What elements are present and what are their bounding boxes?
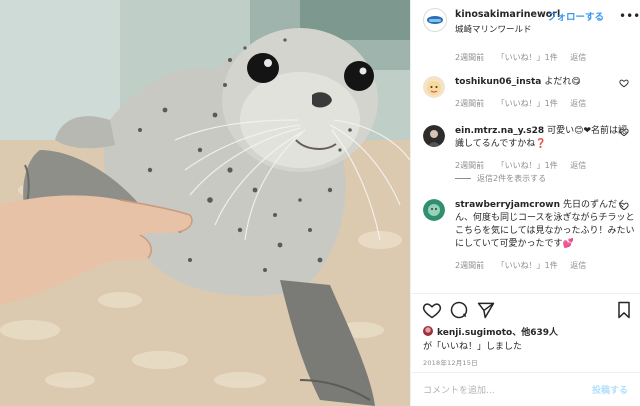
- comment-body: toshikun06_insta よだれ😋 2週間前 「いいね！」1件 返信: [455, 76, 635, 110]
- comment-icon[interactable]: [449, 300, 469, 320]
- post-location[interactable]: 城崎マリンワールド: [455, 23, 532, 35]
- comment-likes[interactable]: 「いいね！」1件: [497, 99, 558, 108]
- liker-avatar: [423, 326, 433, 336]
- comment-body: strawberryjamcrown 先日のずんだくん、何度も同じコースを泳ぎなが…: [455, 199, 635, 272]
- comment-reply[interactable]: 返信: [570, 261, 586, 270]
- account-avatar[interactable]: [423, 8, 447, 32]
- comment-heart-icon[interactable]: [619, 201, 629, 211]
- post-photo[interactable]: [0, 0, 410, 406]
- commenter-username[interactable]: strawberryjamcrown: [455, 200, 560, 210]
- comment-meta: 2週間前 「いいね！」1件 返信: [455, 159, 635, 172]
- commenter-avatar[interactable]: [423, 76, 445, 98]
- comment-reply[interactable]: 返信: [570, 161, 586, 170]
- post-side-panel: kinosakimarineworl フォローする 城崎マリンワールド ••• …: [410, 0, 640, 406]
- comment-reply[interactable]: 返信: [570, 99, 586, 108]
- comment-text: よだれ😋: [544, 77, 581, 87]
- view-replies-button[interactable]: 返信2件を表示する: [455, 173, 546, 184]
- account-username[interactable]: kinosakimarineworl: [455, 9, 560, 20]
- post-date: 2018年12月15日: [423, 359, 478, 367]
- comment-likes[interactable]: 「いいね！」1件: [497, 261, 558, 270]
- likes-others-count[interactable]: 、他639人: [512, 328, 558, 338]
- comment-likes[interactable]: 「いいね！」1件: [497, 161, 558, 170]
- follow-button[interactable]: フォローする: [547, 9, 604, 23]
- heart-icon[interactable]: [422, 300, 442, 320]
- comment-time: 2週間前: [455, 53, 485, 62]
- comment-reply[interactable]: 返信: [570, 53, 586, 62]
- commenter-username[interactable]: ein.mtrz.na_y.s28: [455, 126, 544, 136]
- likes-summary-suffix: が「いいね！」しました: [423, 342, 523, 352]
- comment-meta: 2週間前 「いいね！」1件 返信: [455, 259, 635, 272]
- comment-heart-icon[interactable]: [619, 78, 629, 88]
- comment-time: 2週間前: [455, 261, 485, 270]
- comment-time: 2週間前: [455, 99, 485, 108]
- share-icon[interactable]: [476, 300, 496, 320]
- commenter-username[interactable]: toshikun06_insta: [455, 77, 541, 87]
- comment-meta: 2週間前 「いいね！」1件 返信: [455, 97, 635, 110]
- view-replies-label: 返信2件を表示する: [477, 174, 547, 183]
- comment-input[interactable]: コメントを追加...: [423, 383, 495, 396]
- liker-username[interactable]: kenji.sugimoto: [437, 328, 512, 338]
- more-horizontal-icon[interactable]: •••: [619, 9, 640, 23]
- commenter-avatar[interactable]: [423, 199, 445, 221]
- seal-photo-illustration: [0, 0, 410, 406]
- comment-meta: 2週間前 「いいね！」1件 返信: [455, 52, 596, 63]
- likes-summary: kenji.sugimoto、他639人: [423, 325, 558, 338]
- post-header: kinosakimarineworl フォローする 城崎マリンワールド •••: [411, 0, 640, 40]
- bookmark-icon[interactable]: [614, 300, 634, 320]
- commenter-avatar[interactable]: [423, 125, 445, 147]
- actions-divider: [411, 293, 640, 294]
- comment-time: 2週間前: [455, 161, 485, 170]
- comment-likes[interactable]: 「いいね！」1件: [497, 53, 558, 62]
- comment-body: ein.mtrz.na_y.s28 可愛い😊❤名前は認識してるんですかね❓ 2週間…: [455, 125, 635, 172]
- comment-box-divider: [411, 372, 640, 373]
- post-comment-button[interactable]: 投稿する: [592, 383, 628, 396]
- comment-heart-icon[interactable]: [619, 127, 629, 137]
- post-action-bar: [411, 298, 640, 324]
